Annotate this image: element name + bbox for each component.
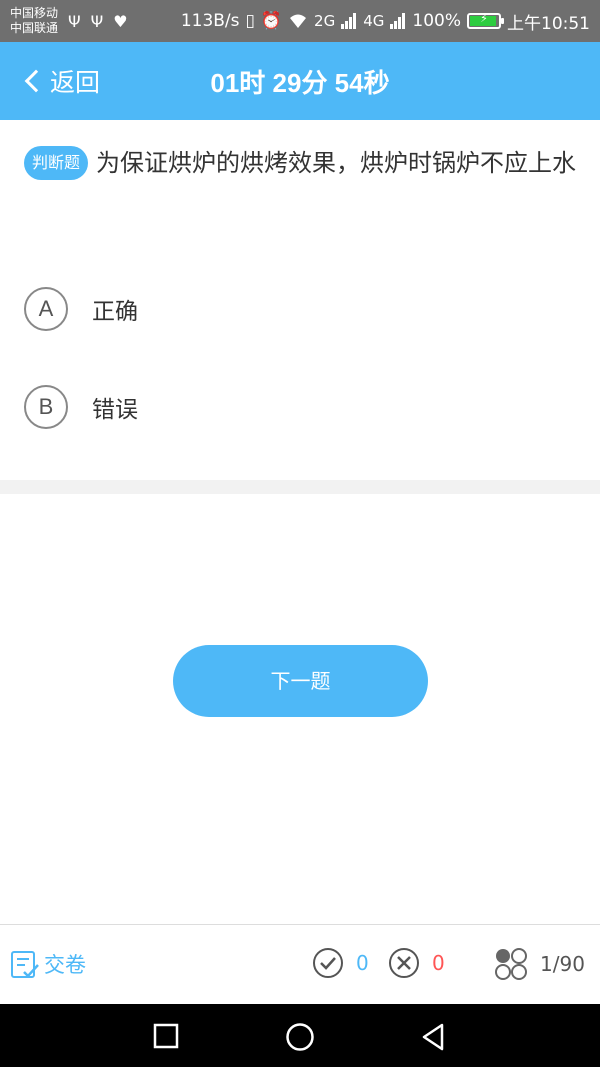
carrier-1: 中国移动 (10, 6, 59, 20)
wrong-count-value: 0 (432, 951, 445, 975)
network-2g: 2G (314, 12, 336, 30)
question-grid-icon (495, 948, 527, 980)
option-text: 正确 (92, 299, 138, 325)
network-4g: 4G (363, 12, 385, 30)
wrong-count: 0 (388, 947, 445, 979)
options-list: A 正确 B 错误 (24, 287, 580, 483)
clock: 上午10:51 (507, 13, 590, 34)
progress-value: 1/90 (540, 952, 585, 976)
question: 判断题 为保证烘炉的烘烤效果，烘炉时锅炉不应上水 (24, 138, 580, 189)
question-progress[interactable]: 1/90 (494, 947, 585, 981)
system-nav-bar (0, 1004, 600, 1067)
check-circle-icon (313, 948, 343, 978)
option-a[interactable]: A 正确 (24, 287, 580, 331)
battery-icon: ⚡ (467, 12, 504, 29)
submit-button[interactable]: 交卷 (10, 949, 86, 979)
back-button[interactable]: 返回 (24, 63, 101, 99)
question-type-badge: 判断题 (24, 146, 89, 180)
bottom-bar: 交卷 0 0 1/90 (0, 924, 600, 1004)
usb-icon: Ψ (90, 11, 104, 31)
next-question-button[interactable]: 下一题 (173, 645, 428, 717)
correct-count-value: 0 (356, 951, 369, 975)
status-bar: 中国移动 中国联通 Ψ Ψ ♥ 113B/s ▯ ⏰ 2G 4G 100% ⚡ … (0, 0, 600, 42)
status-icons-right: 113B/s ▯ ⏰ 2G 4G 100% ⚡ 上午10:51 (181, 9, 590, 34)
heart-icon: ♥ (113, 11, 128, 31)
net-speed: 113B/s (180, 11, 240, 31)
option-b[interactable]: B 错误 (24, 385, 580, 429)
option-letter: B (24, 385, 68, 429)
section-divider (0, 480, 600, 494)
option-letter: A (24, 287, 68, 331)
signal-icon (341, 13, 357, 29)
submit-icon (11, 951, 39, 978)
vibrate-icon: ▯ (245, 11, 255, 31)
recents-icon[interactable] (153, 1023, 179, 1049)
carrier-2: 中国联通 (10, 21, 59, 35)
signal-icon (390, 13, 406, 29)
back-label: 返回 (50, 68, 101, 97)
wifi-icon (290, 14, 307, 28)
alarm-icon: ⏰ (260, 11, 283, 31)
x-circle-icon (389, 948, 419, 978)
question-text: 为保证烘炉的烘烤效果，烘炉时锅炉不应上水 (96, 149, 577, 177)
home-icon[interactable] (285, 1022, 315, 1052)
carrier-info: 中国移动 中国联通 (10, 6, 58, 36)
option-text: 错误 (92, 397, 138, 423)
status-icons-left: Ψ Ψ ♥ (68, 12, 128, 31)
usb-icon: Ψ (68, 11, 81, 31)
app-header: 返回 01时 29分 54秒 (0, 42, 600, 120)
correct-count: 0 (312, 947, 369, 979)
battery-percent: 100% (412, 11, 461, 31)
submit-label: 交卷 (44, 953, 86, 977)
chevron-left-icon (24, 69, 48, 93)
back-nav-icon[interactable] (420, 1022, 446, 1052)
